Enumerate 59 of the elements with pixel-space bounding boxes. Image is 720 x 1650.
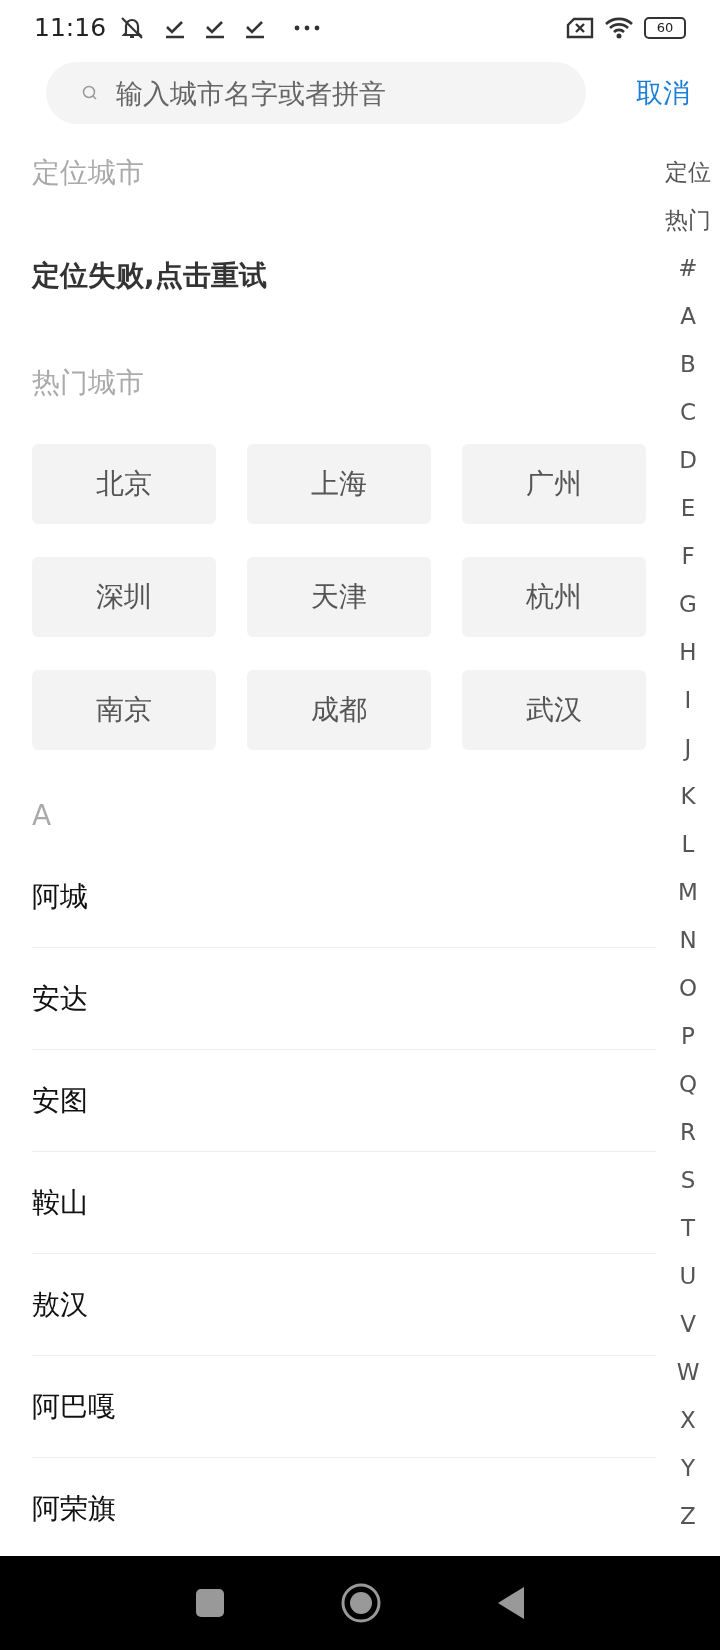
city-list-item[interactable]: 敖汉 bbox=[32, 1254, 656, 1356]
index-letter[interactable]: I bbox=[684, 676, 692, 724]
recents-button[interactable] bbox=[195, 1588, 225, 1618]
city-list-item[interactable]: 阿城 bbox=[32, 846, 656, 948]
index-letter[interactable]: C bbox=[679, 388, 697, 436]
hot-city-button[interactable]: 成都 bbox=[247, 670, 431, 750]
hot-city-button[interactable]: 深圳 bbox=[32, 557, 216, 637]
status-time: 11:16 bbox=[34, 13, 107, 42]
hot-city-button[interactable]: 杭州 bbox=[462, 557, 646, 637]
index-letter[interactable]: Z bbox=[680, 1492, 696, 1540]
city-list-item[interactable]: 安达 bbox=[32, 948, 656, 1050]
search-field[interactable]: 输入城市名字或者拼音 bbox=[46, 62, 586, 124]
index-letter[interactable]: H bbox=[679, 628, 697, 676]
index-letter[interactable]: N bbox=[679, 916, 697, 964]
index-letter[interactable]: R bbox=[680, 1108, 696, 1156]
index-letter[interactable]: X bbox=[680, 1396, 696, 1444]
index-letter[interactable]: P bbox=[681, 1012, 695, 1060]
more-icon bbox=[294, 24, 321, 31]
section-title: 定位城市 bbox=[32, 155, 145, 191]
hot-city-button[interactable]: 上海 bbox=[247, 444, 431, 524]
city-list-item[interactable]: 鞍山 bbox=[32, 1152, 656, 1254]
cancel-button[interactable]: 取消 bbox=[636, 75, 690, 111]
hot-city-button[interactable]: 北京 bbox=[32, 444, 216, 524]
index-letter[interactable]: 热门 bbox=[665, 196, 711, 244]
index-letter[interactable]: F bbox=[681, 532, 695, 580]
index-letter[interactable]: Y bbox=[680, 1444, 696, 1492]
index-letter[interactable]: S bbox=[680, 1156, 696, 1204]
index-letter[interactable]: 定位 bbox=[665, 148, 711, 196]
index-letter[interactable]: T bbox=[680, 1204, 696, 1252]
hot-city-button[interactable]: 武汉 bbox=[462, 670, 646, 750]
index-letter[interactable]: U bbox=[679, 1252, 697, 1300]
index-letter[interactable]: Q bbox=[678, 1060, 698, 1108]
section-title: 热门城市 bbox=[32, 365, 145, 401]
hot-city-button[interactable]: 南京 bbox=[32, 670, 216, 750]
hot-city-button[interactable]: 广州 bbox=[462, 444, 646, 524]
index-letter[interactable]: K bbox=[680, 772, 696, 820]
home-button[interactable] bbox=[341, 1583, 381, 1623]
index-letter[interactable]: O bbox=[678, 964, 698, 1012]
index-letter[interactable]: M bbox=[678, 868, 698, 916]
index-letter[interactable]: V bbox=[680, 1300, 696, 1348]
wifi-icon bbox=[604, 15, 634, 40]
hot-city-button[interactable]: 天津 bbox=[247, 557, 431, 637]
index-letter[interactable]: A bbox=[680, 292, 696, 340]
letter-header: A bbox=[32, 798, 53, 834]
battery-level: 60 bbox=[644, 16, 686, 39]
index-letter[interactable]: B bbox=[680, 340, 696, 388]
search-icon bbox=[82, 85, 98, 101]
back-button[interactable] bbox=[497, 1586, 525, 1620]
index-letter[interactable]: L bbox=[681, 820, 695, 868]
index-letter[interactable]: G bbox=[679, 580, 697, 628]
index-letter[interactable]: J bbox=[684, 724, 692, 772]
index-letter[interactable]: D bbox=[679, 436, 697, 484]
no-sim-icon bbox=[566, 16, 594, 39]
city-list-item[interactable]: 阿巴嘎 bbox=[32, 1356, 656, 1458]
retry-location-link[interactable]: 定位失败,点击重试 bbox=[32, 246, 656, 306]
index-letter[interactable]: W bbox=[676, 1348, 700, 1396]
index-letter[interactable]: E bbox=[680, 484, 696, 532]
index-letter[interactable]: # bbox=[678, 244, 698, 292]
city-list-item[interactable]: 安图 bbox=[32, 1050, 656, 1152]
